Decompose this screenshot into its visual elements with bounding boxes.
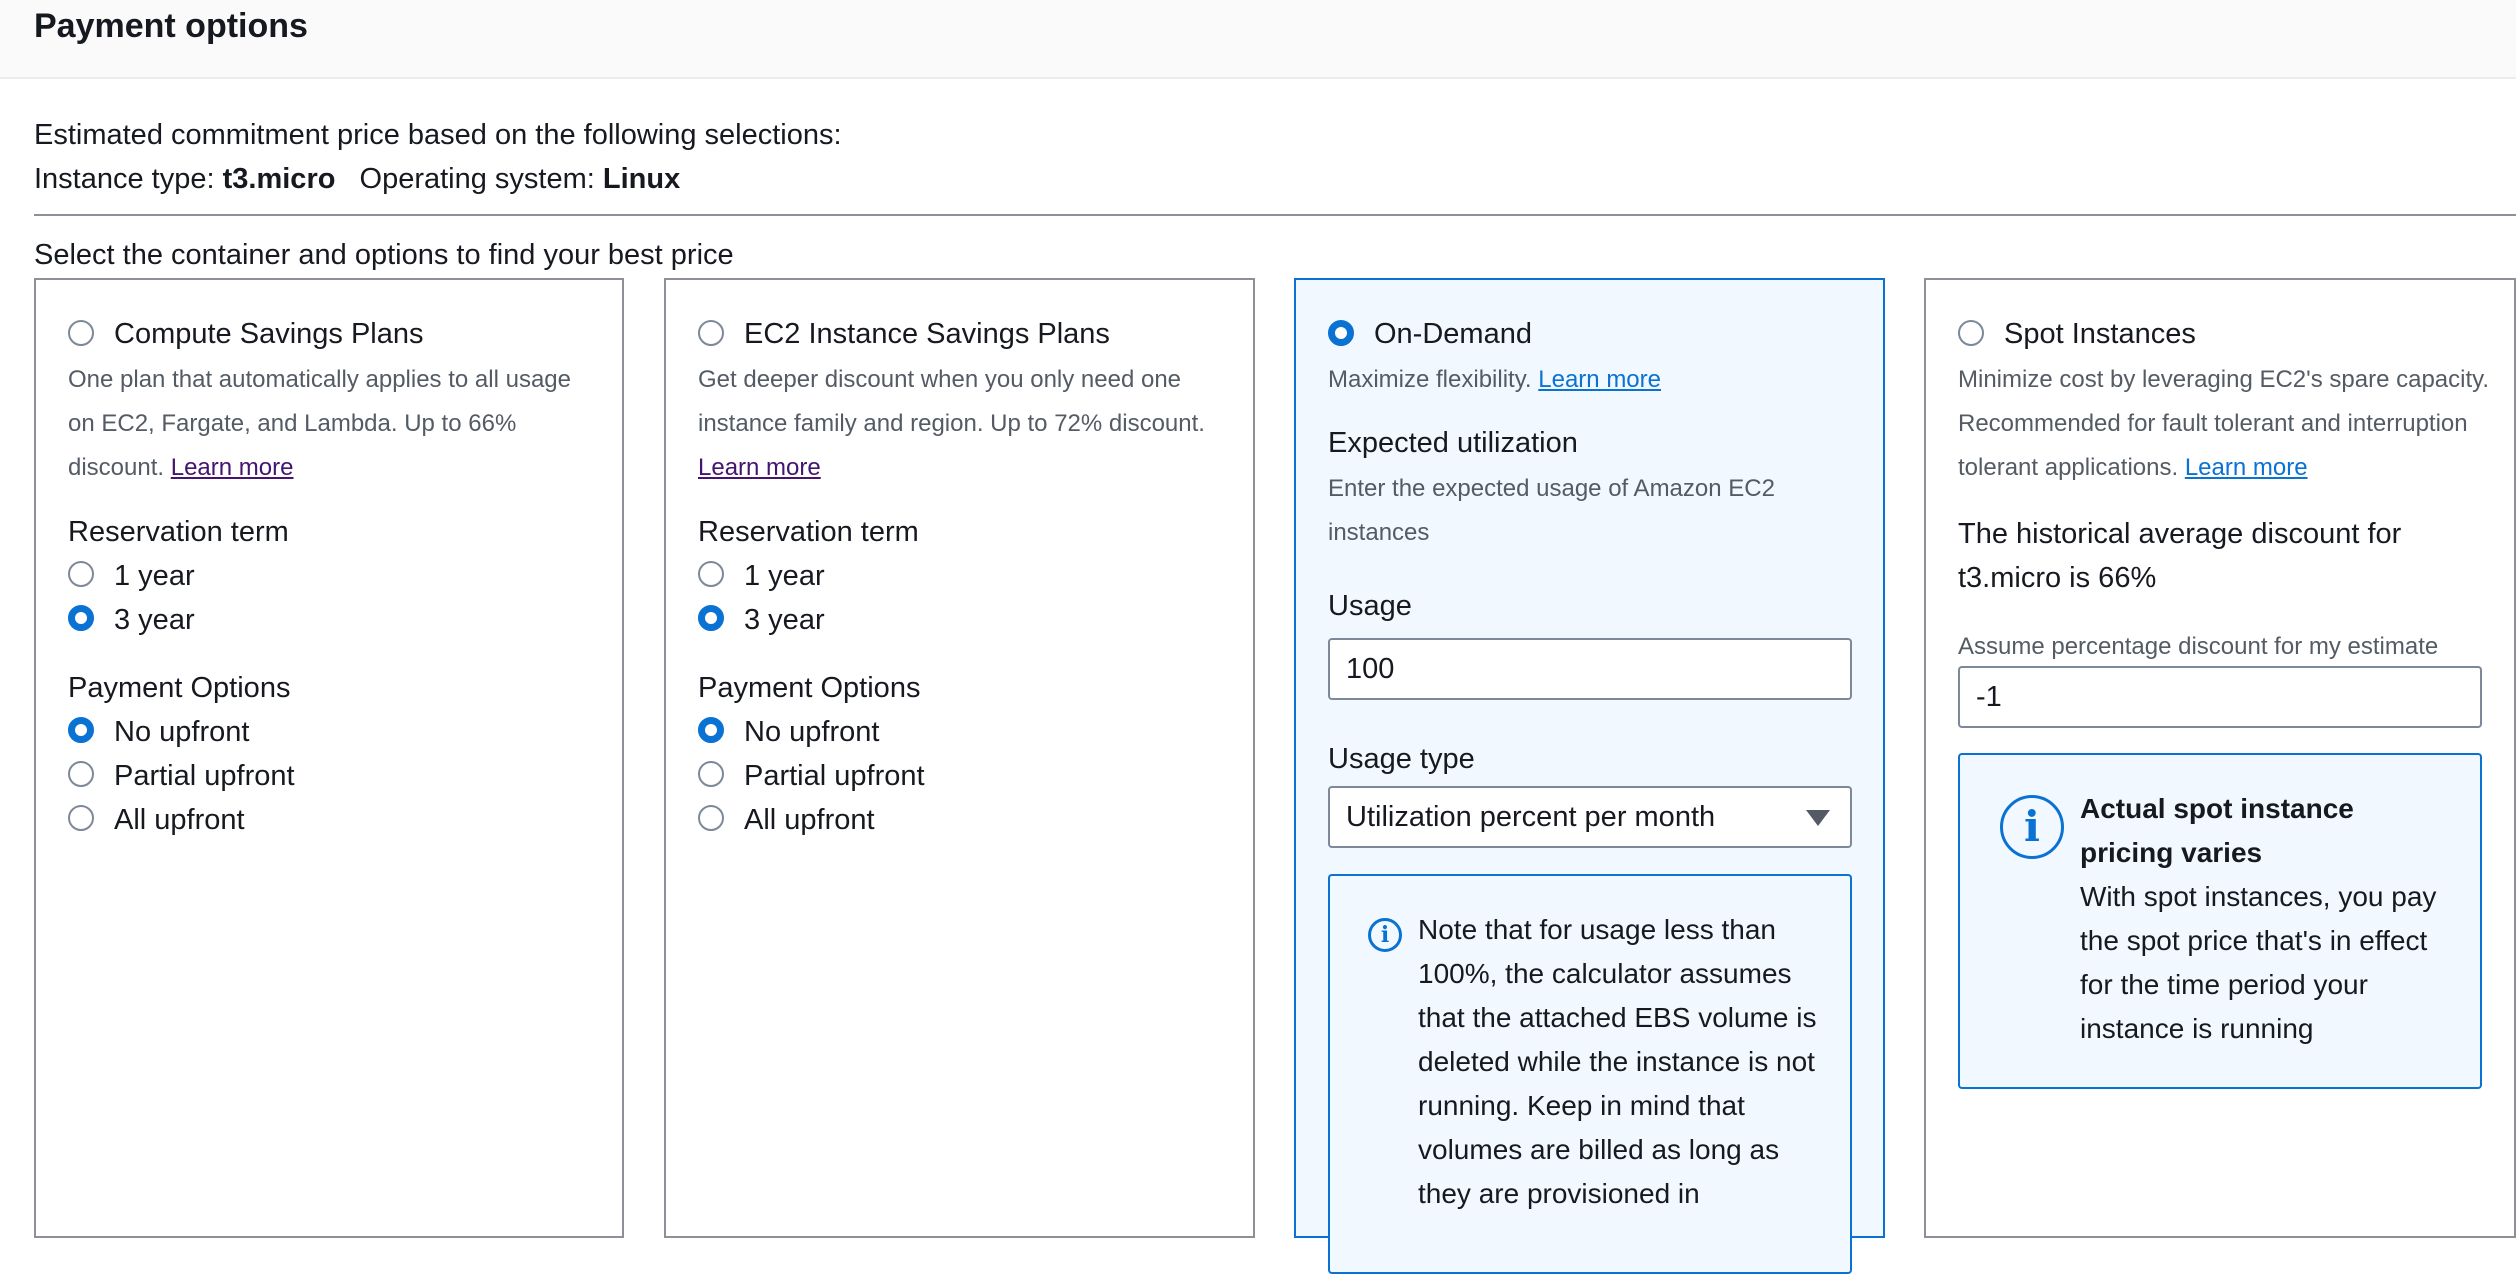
compute-savings-plans-radio[interactable] — [68, 320, 94, 346]
term-option-label: 1 year — [114, 560, 195, 592]
usage-type-value: Utilization percent per month — [1346, 801, 1716, 833]
spot-pricing-alert: i Actual spot instance pricing varies Wi… — [1958, 753, 2482, 1089]
term-1-year-radio[interactable] — [68, 561, 94, 587]
alert-body: With spot instances, you pay the spot pr… — [2080, 881, 2437, 1044]
usage-note-text: Note that for usage less than 100%, the … — [1418, 914, 1817, 1209]
term-1-year-radio[interactable] — [698, 561, 724, 587]
discount-label: Assume percentage discount for my estima… — [1958, 633, 2439, 660]
learn-more-link[interactable]: Learn more — [698, 454, 821, 481]
page-title: Payment options — [34, 7, 308, 45]
term-3-year-radio[interactable] — [68, 605, 94, 631]
description-text: One plan that automatically applies to a… — [68, 366, 571, 481]
info-circle-icon: i — [1368, 918, 1402, 952]
selection-intro: Estimated commitment price based on the … — [34, 119, 842, 151]
term-3-year-radio[interactable] — [698, 605, 724, 631]
card-description: Get deeper discount when you only need o… — [698, 358, 1243, 490]
card-title: EC2 Instance Savings Plans — [744, 318, 1110, 350]
card-description: One plan that automatically applies to a… — [68, 358, 603, 490]
no-upfront-radio[interactable] — [698, 717, 724, 743]
expected-utilization-label: Expected utilization — [1328, 427, 1578, 459]
discount-input[interactable]: -1 — [1958, 666, 2482, 728]
spot-instances-card[interactable]: Spot Instances Minimize cost by leveragi… — [1924, 278, 2516, 1238]
payment-option-label: No upfront — [744, 716, 880, 748]
payment-option-label: All upfront — [114, 804, 245, 836]
alert-title: Actual spot instance pricing varies — [2080, 793, 2354, 868]
card-title: On-Demand — [1374, 318, 1532, 350]
partial-upfront-radio[interactable] — [68, 761, 94, 787]
card-description: Maximize flexibility. Learn more — [1328, 358, 1873, 402]
all-upfront-radio[interactable] — [698, 805, 724, 831]
caret-down-icon — [1806, 810, 1830, 826]
compute-savings-plans-card[interactable]: Compute Savings Plans One plan that auto… — [34, 278, 624, 1238]
payment-options-label: Payment Options — [68, 672, 291, 704]
usage-label: Usage — [1328, 590, 1412, 622]
all-upfront-radio[interactable] — [68, 805, 94, 831]
payment-option-label: Partial upfront — [114, 760, 295, 792]
payment-option-label: No upfront — [114, 716, 250, 748]
page-header: Payment options — [0, 0, 2516, 79]
no-upfront-radio[interactable] — [68, 717, 94, 743]
learn-more-link[interactable]: Learn more — [1538, 366, 1661, 393]
usage-type-select[interactable]: Utilization percent per month — [1328, 786, 1852, 848]
term-option-label: 1 year — [744, 560, 825, 592]
card-title: Compute Savings Plans — [114, 318, 424, 350]
historical-discount-text: The historical average discount for t3.m… — [1958, 518, 2402, 594]
partial-upfront-radio[interactable] — [698, 761, 724, 787]
reservation-term-label: Reservation term — [68, 516, 289, 548]
reservation-term-label: Reservation term — [698, 516, 919, 548]
divider — [34, 214, 2516, 216]
usage-input[interactable]: 100 — [1328, 638, 1852, 700]
usage-note-alert: i Note that for usage less than 100%, th… — [1328, 874, 1852, 1274]
term-option-label: 3 year — [744, 604, 825, 636]
os-value: Linux — [602, 163, 681, 195]
usage-type-label: Usage type — [1328, 743, 1475, 775]
on-demand-radio[interactable] — [1328, 320, 1354, 346]
spot-instances-radio[interactable] — [1958, 320, 1984, 346]
payment-option-label: All upfront — [744, 804, 875, 836]
description-text: Get deeper discount when you only need o… — [698, 366, 1205, 437]
learn-more-link[interactable]: Learn more — [171, 454, 294, 481]
payment-options-label: Payment Options — [698, 672, 921, 704]
description-text: Maximize flexibility. — [1328, 366, 1532, 393]
os-label: Operating system: — [359, 163, 595, 195]
on-demand-card[interactable]: On-Demand Maximize flexibility. Learn mo… — [1294, 278, 1885, 1274]
selection-summary: Instance type: t3.micro Operating system… — [34, 159, 680, 199]
learn-more-link[interactable]: Learn more — [2185, 454, 2308, 481]
expected-utilization-description: Enter the expected usage of Amazon EC2 i… — [1328, 475, 1775, 546]
instance-type-label: Instance type: — [34, 163, 215, 195]
payment-option-label: Partial upfront — [744, 760, 925, 792]
card-title: Spot Instances — [2004, 318, 2196, 350]
instance-type-value: t3.micro — [222, 163, 336, 195]
container-prompt: Select the container and options to find… — [34, 239, 734, 271]
term-option-label: 3 year — [114, 604, 195, 636]
ec2-instance-savings-plans-card[interactable]: EC2 Instance Savings Plans Get deeper di… — [664, 278, 1255, 1238]
card-description: Minimize cost by leveraging EC2's spare … — [1958, 358, 2498, 490]
ec2-instance-savings-plans-radio[interactable] — [698, 320, 724, 346]
info-circle-icon: i — [2000, 795, 2064, 859]
